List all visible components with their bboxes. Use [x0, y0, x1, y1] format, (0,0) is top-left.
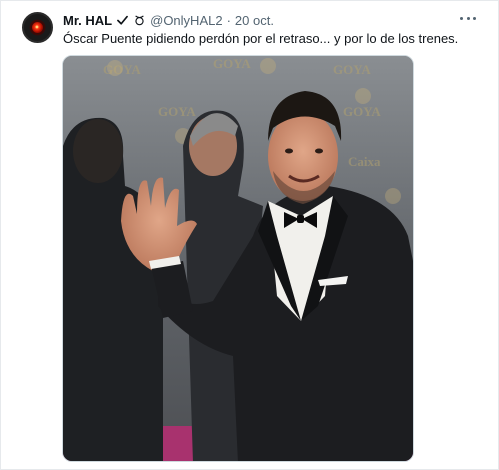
- backdrop-text: GOYA: [343, 104, 381, 119]
- author-name[interactable]: Mr. HAL: [63, 13, 112, 28]
- tweet-text: Óscar Puente pidiendo perdón por el retr…: [63, 31, 459, 46]
- tweet-header: Mr. HAL @OnlyHAL2 · 20 oct.: [63, 12, 274, 28]
- author-avatar[interactable]: [22, 12, 53, 43]
- emoji-badge-icon: [135, 14, 144, 25]
- hal-eye-icon: [32, 22, 43, 33]
- author-handle[interactable]: @OnlyHAL2: [150, 13, 222, 28]
- tweet-card[interactable]: Mr. HAL @OnlyHAL2 · 20 oct. Óscar Puente…: [0, 0, 499, 470]
- verified-badge-icon: [117, 15, 129, 25]
- photo-illustration: GOYA GOYA GOYA GOYA GOYA Caixa: [63, 56, 413, 461]
- more-options-icon[interactable]: [460, 12, 476, 24]
- backdrop-text: GOYA: [158, 104, 196, 119]
- backdrop-text: GOYA: [333, 62, 371, 77]
- backdrop-text: GOYA: [213, 56, 251, 71]
- header-separator: ·: [226, 12, 231, 28]
- backdrop-text: Caixa: [348, 154, 381, 169]
- tweet-timestamp[interactable]: 20 oct.: [235, 13, 274, 28]
- tweet-photo[interactable]: GOYA GOYA GOYA GOYA GOYA Caixa: [62, 55, 414, 462]
